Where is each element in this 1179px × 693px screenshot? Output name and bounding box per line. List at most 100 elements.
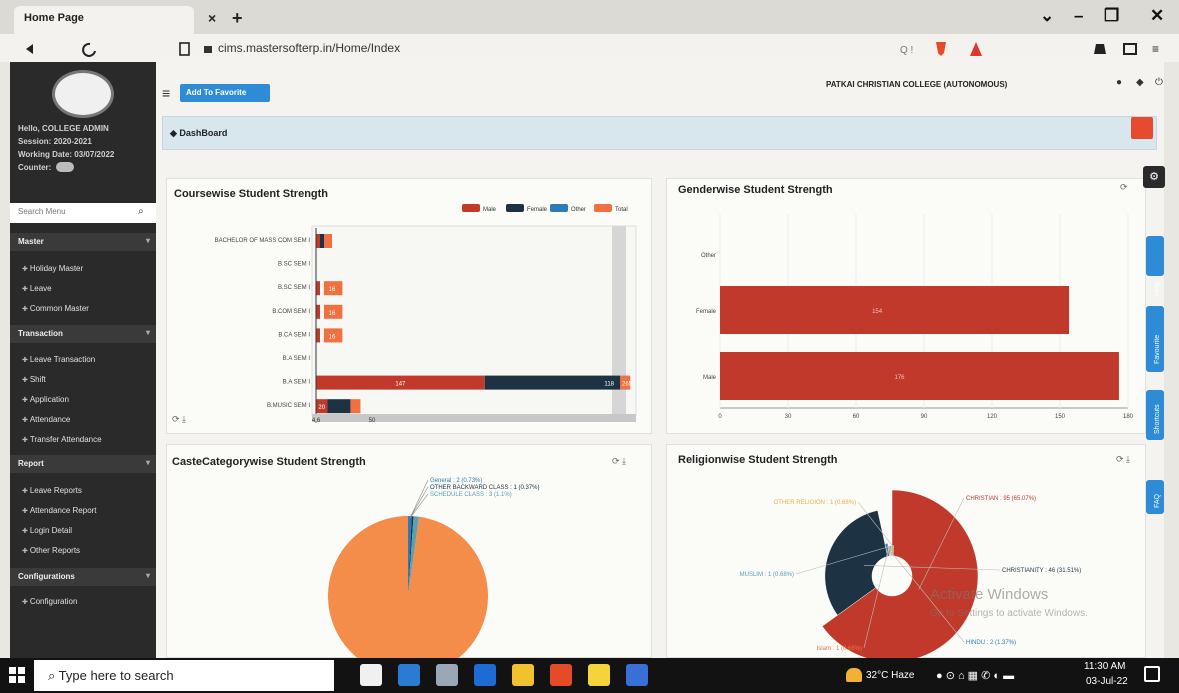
- bar-value-label: 154: [872, 309, 883, 315]
- section-label: Configurations: [18, 572, 75, 581]
- clock-date[interactable]: 03-Jul-22: [1086, 676, 1128, 687]
- edge-icon[interactable]: [474, 664, 496, 686]
- nav-buttons: [26, 42, 212, 57]
- sidebar-item-login-detail[interactable]: Login Detail: [22, 526, 72, 535]
- menu-icon[interactable]: ≡: [1152, 42, 1159, 56]
- sidebar-item-configuration[interactable]: Configuration: [22, 597, 78, 606]
- bar-female: [320, 234, 324, 248]
- pin-icon[interactable]: ◆: [1136, 77, 1144, 88]
- lock-icon: [204, 46, 212, 53]
- coursewise-chart: Male Female Other Total BACHELOR OF MASS COM…: [215, 204, 637, 424]
- counter-badge: [56, 162, 74, 172]
- faq-tab-label: FAQ: [1154, 493, 1161, 508]
- x-tick-label: 90: [921, 414, 928, 420]
- search-icon[interactable]: ⌕: [138, 206, 144, 217]
- sidebar-item-shift[interactable]: Shift: [22, 375, 46, 384]
- sidebar-item-holiday-master[interactable]: Holiday Master: [22, 264, 83, 273]
- alert-button[interactable]: [1131, 117, 1153, 139]
- add-to-favorite-button[interactable]: Add To Favorite: [180, 84, 270, 102]
- chevron-down-icon: ▾: [145, 458, 150, 467]
- extensions-icon[interactable]: [1094, 44, 1106, 54]
- app-icon[interactable]: [626, 664, 648, 686]
- sidebar-item-attendance[interactable]: Attendance: [22, 415, 70, 424]
- hamburger-icon[interactable]: ≡: [162, 85, 170, 101]
- sticky-notes-icon[interactable]: [588, 664, 610, 686]
- tray-icons[interactable]: ● ⊙ ⌂ ▦ ✆ ◐ ▬: [936, 669, 1014, 682]
- sidebar-item-application[interactable]: Application: [22, 395, 69, 404]
- sidebar-item-attendance-report[interactable]: Attendance Report: [22, 506, 97, 515]
- shortcuts-tab-label: Shortcuts: [1154, 404, 1161, 434]
- clock-time[interactable]: 11:30 AM: [1084, 661, 1126, 672]
- college-name: PATKAI CHRISTIAN COLLEGE (AUTONOMOUS): [826, 80, 1008, 89]
- rose-label: Islam : 1 (0.68%): [817, 646, 862, 652]
- rose-label: OTHER RELIGION : 1 (0.68%): [774, 500, 856, 506]
- settings-gear-icon[interactable]: ⚙: [1143, 166, 1165, 188]
- rose-label: CHRISTIANITY : 46 (31.51%): [1002, 568, 1081, 574]
- chevron-down-icon: ▾: [145, 328, 150, 337]
- brave-browser-icon[interactable]: [550, 664, 572, 686]
- genderwise-refresh-icon[interactable]: ⟳: [1120, 182, 1128, 193]
- x-tick-label: 150: [1055, 414, 1066, 420]
- sidebar-item-leave[interactable]: Leave: [22, 284, 52, 293]
- back-icon[interactable]: [26, 44, 33, 54]
- pie-leader-line: [409, 479, 429, 519]
- menu-search-input[interactable]: Search Menu: [10, 203, 156, 223]
- file-explorer-icon[interactable]: [512, 664, 534, 686]
- dashboard-breadcrumb-bar: [162, 116, 1157, 150]
- browser-toolbar-icons: Q ! ≡: [900, 42, 1159, 56]
- bar-value-label: 147: [395, 382, 406, 388]
- notification-bell-icon[interactable]: ●: [1116, 77, 1122, 88]
- rose-label: CHRISTIAN : 95 (65.07%): [966, 496, 1036, 502]
- pie-label: SCHEDULE CLASS : 3 (1.1%): [430, 492, 512, 498]
- task-view-icon[interactable]: [360, 664, 382, 686]
- legend-label: Female: [527, 207, 548, 213]
- chevron-down-icon: ▾: [145, 571, 150, 580]
- legend-label: Total: [615, 207, 628, 213]
- sidebar-item-other-reports[interactable]: Other Reports: [22, 546, 80, 555]
- user-greeting: Hello, COLLEGE ADMIN: [18, 124, 109, 133]
- legend-label: Other: [571, 207, 586, 213]
- zoom-icon[interactable]: Q !: [900, 45, 913, 56]
- bar-female: [327, 399, 351, 414]
- power-icon[interactable]: ⏻: [1155, 77, 1163, 88]
- minimize-icon[interactable]: –: [1074, 6, 1083, 26]
- session-text: Session: 2020-2021: [18, 137, 92, 146]
- bar-value-label: 20: [318, 405, 325, 411]
- close-tab-icon[interactable]: ×: [208, 10, 216, 26]
- sidebar-item-common-master[interactable]: Common Master: [22, 304, 89, 313]
- sidebar-item-transfer-attendance[interactable]: Transfer Attendance: [22, 435, 102, 444]
- counter-label: Counter:: [18, 163, 52, 172]
- category-label: Female: [696, 309, 717, 315]
- sidebar-section-report[interactable]: Report ▾: [10, 455, 156, 473]
- sidebar-section-configurations[interactable]: Configurations ▾: [10, 568, 156, 586]
- browser-tab[interactable]: Home Page: [14, 6, 194, 34]
- new-tab-icon[interactable]: +: [232, 8, 243, 29]
- college-logo: [52, 70, 114, 118]
- bookmark-icon[interactable]: [179, 42, 190, 56]
- sidebar-item-leave-reports[interactable]: Leave Reports: [22, 486, 82, 495]
- brave-rewards-icon[interactable]: [970, 42, 982, 56]
- religion-refresh-icon[interactable]: ⟳ ⤓: [1116, 454, 1130, 465]
- url-field[interactable]: cims.mastersofterp.in/Home/Index: [218, 41, 400, 55]
- weather-icon: [846, 668, 862, 682]
- x-tick-label: 120: [987, 414, 998, 420]
- brave-shield-icon[interactable]: [936, 42, 946, 56]
- tab-search-chevron-icon[interactable]: ⌄: [1040, 6, 1054, 26]
- settings-app-icon[interactable]: [436, 664, 458, 686]
- window-close-icon[interactable]: ✕: [1150, 6, 1164, 26]
- sidebar-section-master[interactable]: Master ▾: [10, 233, 156, 251]
- sidebar-section-transaction[interactable]: Transaction ▾: [10, 325, 156, 343]
- sidebar-item-leave-transaction[interactable]: Leave Transaction: [22, 355, 95, 364]
- maximize-icon[interactable]: ❐: [1104, 6, 1119, 26]
- taskbar-search-input[interactable]: ⌕ Type here to search: [34, 660, 334, 691]
- weather-text[interactable]: 32°C Haze: [866, 670, 914, 681]
- help-tab-label: Help: [1154, 281, 1161, 296]
- wallet-icon[interactable]: [1123, 43, 1137, 55]
- store-icon[interactable]: [398, 664, 420, 686]
- notifications-icon[interactable]: [1144, 666, 1160, 682]
- reload-icon[interactable]: [82, 42, 96, 57]
- windows-start-icon[interactable]: [8, 666, 28, 686]
- x-tick-label: 60: [853, 414, 860, 420]
- taskbar-search-text: Type here to search: [58, 668, 174, 683]
- category-label: B.MUSIC SEM I: [267, 403, 310, 409]
